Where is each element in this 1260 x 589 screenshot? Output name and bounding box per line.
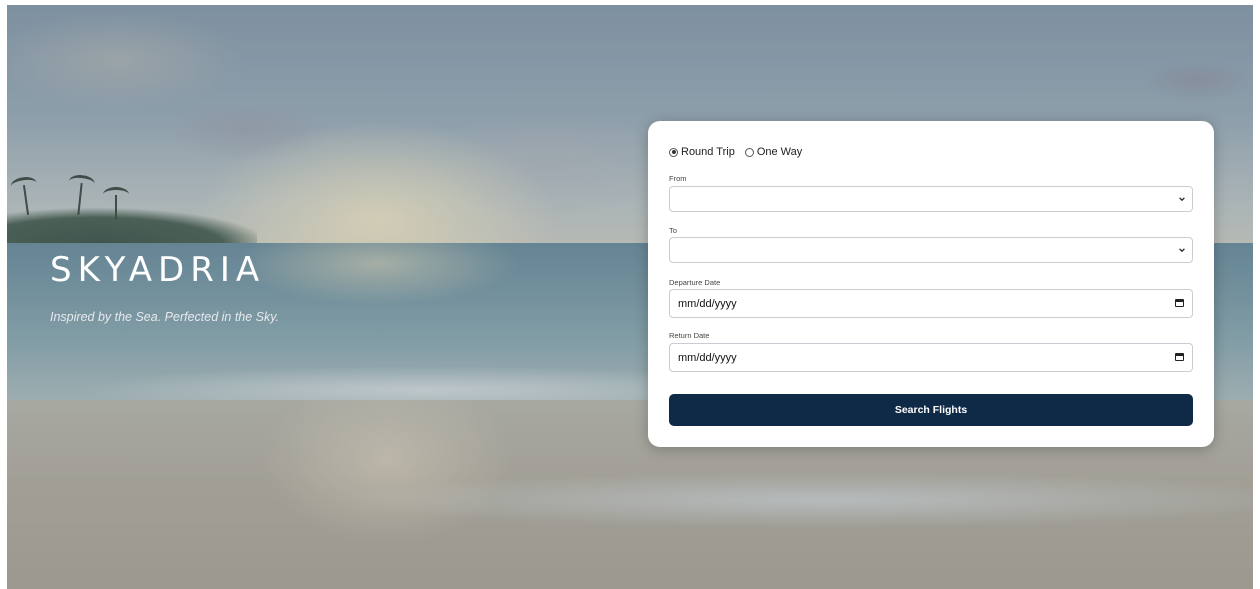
chevron-down-icon: [1179, 248, 1185, 253]
departure-date-value: mm/dd/yyyy: [678, 297, 737, 310]
round-trip-option[interactable]: Round Trip: [669, 146, 735, 158]
from-select[interactable]: [669, 186, 1193, 212]
departure-date-input[interactable]: mm/dd/yyyy: [669, 289, 1193, 318]
one-way-radio[interactable]: [744, 147, 754, 157]
trip-type-group: Round Trip One Way: [669, 146, 808, 158]
brand-tagline: Inspired by the Sea. Perfected in the Sk…: [50, 310, 280, 324]
one-way-label: One Way: [756, 146, 803, 158]
return-date-label: Return Date: [669, 331, 710, 340]
to-select[interactable]: [669, 237, 1193, 263]
calendar-icon[interactable]: [1175, 353, 1184, 361]
flight-search-card: Round Trip One Way From To Departure Dat…: [648, 121, 1214, 447]
calendar-icon[interactable]: [1175, 299, 1184, 307]
departure-date-label: Departure Date: [669, 278, 721, 287]
search-flights-button[interactable]: Search Flights: [669, 394, 1193, 426]
chevron-down-icon: [1179, 197, 1185, 202]
one-way-option[interactable]: One Way: [744, 146, 803, 158]
page-frame: SKYADRIA Inspired by the Sea. Perfected …: [7, 5, 1253, 589]
to-label: To: [669, 226, 677, 235]
from-label: From: [669, 174, 687, 183]
return-date-input[interactable]: mm/dd/yyyy: [669, 343, 1193, 372]
brand-block: SKYADRIA Inspired by the Sea. Perfected …: [50, 250, 279, 324]
round-trip-radio[interactable]: [669, 147, 678, 157]
brand-title: SKYADRIA: [50, 250, 266, 290]
return-date-value: mm/dd/yyyy: [678, 351, 737, 364]
round-trip-label: Round Trip: [681, 146, 735, 158]
